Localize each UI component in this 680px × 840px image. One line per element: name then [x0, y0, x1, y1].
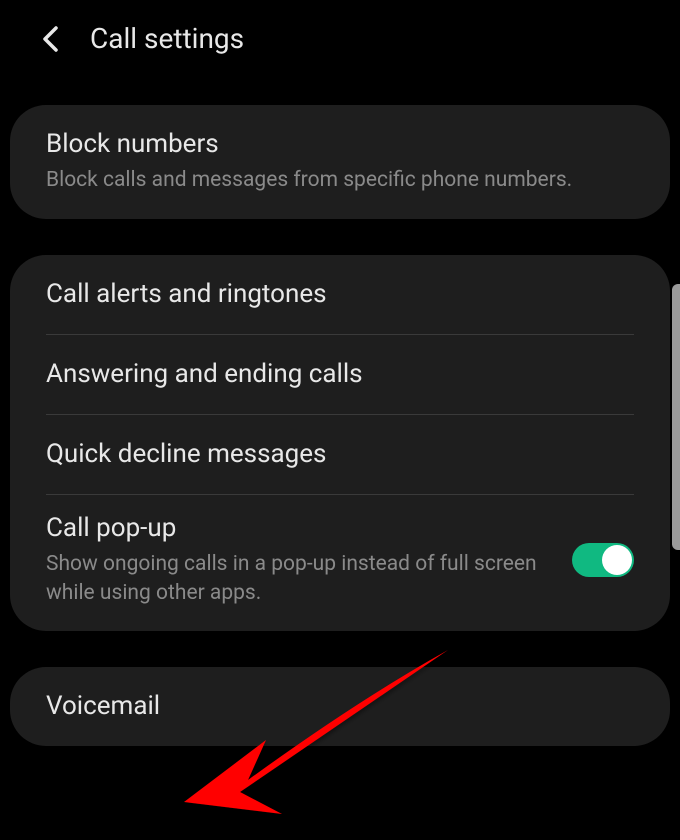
call-popup-subtitle: Show ongoing calls in a pop-up instead o…: [46, 550, 560, 607]
answering-item[interactable]: Answering and ending calls: [10, 335, 670, 414]
list-item-content: Quick decline messages: [46, 439, 634, 470]
quick-decline-title: Quick decline messages: [46, 439, 634, 470]
block-numbers-card: Block numbers Block calls and messages f…: [10, 105, 670, 219]
call-popup-toggle[interactable]: [572, 543, 634, 577]
call-options-card: Call alerts and ringtones Answering and …: [10, 255, 670, 631]
block-numbers-subtitle: Block calls and messages from specific p…: [46, 166, 634, 194]
list-item-content: Call alerts and ringtones: [46, 279, 634, 310]
call-popup-item[interactable]: Call pop-up Show ongoing calls in a pop-…: [10, 495, 670, 631]
scrollbar[interactable]: [672, 284, 680, 550]
block-numbers-title: Block numbers: [46, 129, 634, 160]
toggle-knob: [602, 545, 632, 575]
list-item-content: Answering and ending calls: [46, 359, 634, 390]
list-item-content: Block numbers Block calls and messages f…: [46, 129, 634, 195]
call-popup-title: Call pop-up: [46, 513, 560, 544]
list-item-content: Call pop-up Show ongoing calls in a pop-…: [46, 513, 560, 607]
block-numbers-item[interactable]: Block numbers Block calls and messages f…: [10, 105, 670, 219]
back-icon[interactable]: [38, 27, 62, 51]
list-item-content: Voicemail: [46, 691, 634, 722]
voicemail-title: Voicemail: [46, 691, 634, 722]
page-title: Call settings: [90, 22, 244, 55]
voicemail-card: Voicemail: [10, 667, 670, 746]
quick-decline-item[interactable]: Quick decline messages: [10, 415, 670, 494]
call-alerts-item[interactable]: Call alerts and ringtones: [10, 255, 670, 334]
header: Call settings: [0, 0, 680, 77]
call-alerts-title: Call alerts and ringtones: [46, 279, 634, 310]
answering-title: Answering and ending calls: [46, 359, 634, 390]
voicemail-item[interactable]: Voicemail: [10, 667, 670, 746]
